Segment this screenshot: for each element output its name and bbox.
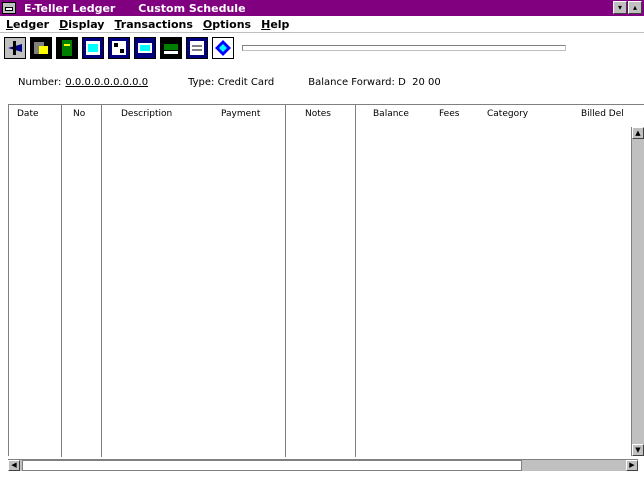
col-header-payment[interactable]: Payment <box>221 109 260 119</box>
book-icon[interactable] <box>56 37 78 59</box>
horizontal-scrollbar[interactable]: ◀ ▶ <box>8 459 638 471</box>
col-header-fees[interactable]: Fees <box>439 109 459 119</box>
calculator-icon[interactable] <box>108 37 130 59</box>
progress-bar <box>242 45 566 51</box>
menu-display[interactable]: Display <box>59 18 104 31</box>
column-divider <box>61 105 62 457</box>
balance-forward-text: Balance Forward: D 20 00 <box>308 76 441 88</box>
column-divider <box>101 105 102 457</box>
plane-icon[interactable] <box>4 37 26 59</box>
toolbar <box>0 34 644 62</box>
column-divider <box>355 105 356 457</box>
minimize-button[interactable]: ▾ <box>613 1 627 14</box>
scroll-left-icon[interactable]: ◀ <box>8 460 20 471</box>
ledger-grid[interactable]: Date No Description Payment Notes Balanc… <box>8 104 644 457</box>
card-icon[interactable] <box>30 37 52 59</box>
column-divider <box>285 105 286 457</box>
window-controls: ▾ ▴ <box>613 1 642 14</box>
col-header-billed-del[interactable]: Billed Del <box>581 109 624 119</box>
maximize-button[interactable]: ▴ <box>628 1 642 14</box>
menu-transactions[interactable]: Transactions <box>114 18 192 31</box>
menu-options[interactable]: Options <box>203 18 251 31</box>
type-text: Type: Credit Card <box>188 76 275 88</box>
account-info-bar: Number: 0.0.0.0.0.0.0.0.0 Type: Credit C… <box>0 74 644 90</box>
col-header-notes[interactable]: Notes <box>305 109 331 119</box>
number-label: Number: <box>18 76 62 88</box>
diamond-icon[interactable] <box>212 37 234 59</box>
horizontal-scroll-track[interactable] <box>22 460 522 471</box>
col-header-category[interactable]: Category <box>487 109 528 119</box>
col-header-no[interactable]: No <box>73 109 85 119</box>
system-menu-icon[interactable] <box>2 2 16 14</box>
menu-bar: Ledger Display Transactions Options Help <box>0 16 644 33</box>
printer-icon[interactable] <box>160 37 182 59</box>
menu-help[interactable]: Help <box>261 18 289 31</box>
col-header-balance[interactable]: Balance <box>373 109 409 119</box>
title-bar: E-Teller Ledger Custom Schedule ▾ ▴ <box>0 0 644 16</box>
menu-ledger[interactable]: Ledger <box>6 18 49 31</box>
notepad-icon[interactable] <box>186 37 208 59</box>
scroll-right-icon[interactable]: ▶ <box>626 460 638 471</box>
col-header-date[interactable]: Date <box>17 109 39 119</box>
screen-icon[interactable] <box>134 37 156 59</box>
window-title: E-Teller Ledger Custom Schedule <box>24 1 246 15</box>
col-header-description[interactable]: Description <box>121 109 172 119</box>
number-value[interactable]: 0.0.0.0.0.0.0.0.0 <box>65 77 148 88</box>
calendar-icon[interactable] <box>82 37 104 59</box>
scroll-up-icon[interactable]: ▲ <box>632 127 644 139</box>
vertical-scrollbar[interactable]: ▲ ▼ <box>631 127 644 456</box>
scroll-down-icon[interactable]: ▼ <box>632 444 644 456</box>
